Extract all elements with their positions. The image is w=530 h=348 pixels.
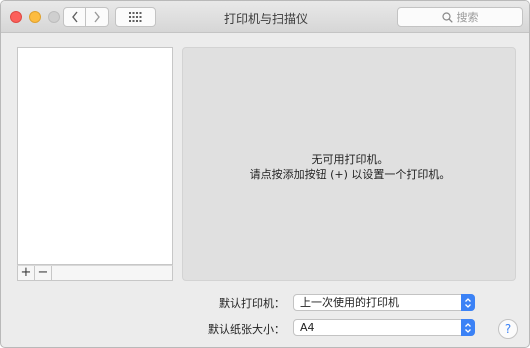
- chevron-left-icon: [71, 11, 78, 23]
- paper-size-select[interactable]: A4: [293, 319, 475, 336]
- empty-state-title: 无可用打印机。: [311, 153, 389, 166]
- window-title: 打印机与扫描仪: [223, 12, 308, 26]
- search-field[interactable]: 搜索: [397, 7, 523, 27]
- default-printer-label: 默认打印机：: [219, 297, 285, 310]
- zoom-button[interactable]: [48, 11, 60, 23]
- grid-icon: [129, 12, 142, 22]
- show-all-button[interactable]: [115, 7, 156, 27]
- remove-printer-button[interactable]: −: [35, 266, 52, 280]
- title-bar: 打印机与扫描仪 搜索: [1, 1, 529, 33]
- updown-chevron-icon: [461, 319, 475, 336]
- search-icon: [441, 11, 453, 23]
- add-printer-button[interactable]: +: [18, 266, 35, 280]
- close-button[interactable]: [10, 11, 22, 23]
- updown-chevron-icon: [461, 294, 475, 311]
- navigation-buttons: [63, 7, 110, 27]
- empty-state-hint: 请点按添加按钮 (+) 以设置一个打印机。: [249, 168, 451, 181]
- printer-list[interactable]: [17, 47, 173, 265]
- default-printer-select[interactable]: 上一次使用的打印机: [293, 294, 475, 311]
- printers-scanners-window: 打印机与扫描仪 搜索 + − 无可用打印机。 请点按添加按钮 (+) 以设置一个…: [0, 0, 530, 348]
- paper-size-label: 默认纸张大小：: [208, 323, 285, 336]
- default-printer-value: 上一次使用的打印机: [300, 296, 399, 309]
- paper-size-value: A4: [300, 321, 315, 334]
- search-placeholder: 搜索: [456, 11, 479, 24]
- help-button[interactable]: ?: [498, 319, 518, 339]
- chevron-right-icon: [94, 11, 100, 23]
- list-controls: + −: [17, 265, 173, 281]
- minimize-button[interactable]: [29, 11, 41, 23]
- back-button[interactable]: [63, 7, 86, 27]
- forward-button[interactable]: [86, 7, 109, 27]
- printer-detail-pane: 无可用打印机。 请点按添加按钮 (+) 以设置一个打印机。: [182, 47, 516, 281]
